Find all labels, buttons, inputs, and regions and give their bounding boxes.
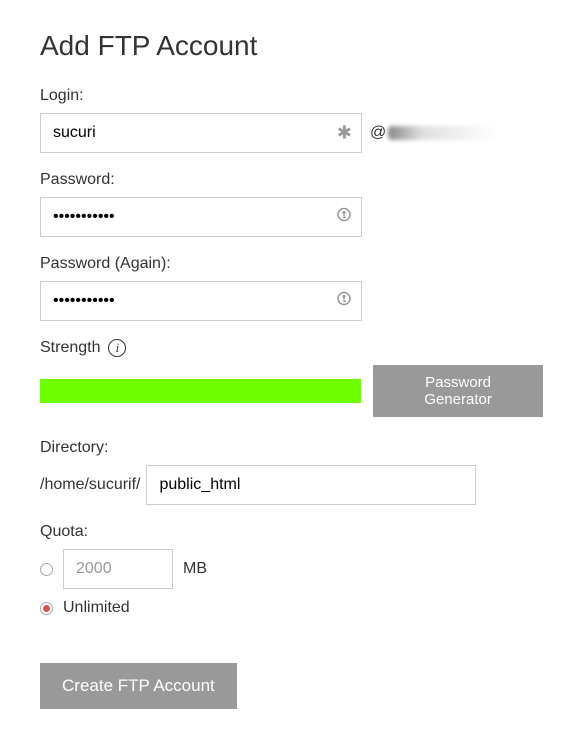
quota-label: Quota: <box>40 523 543 541</box>
at-symbol: @ <box>370 124 386 142</box>
quota-field: Quota: MB Unlimited <box>40 523 543 617</box>
radio-dot-icon <box>43 605 50 612</box>
strength-label: Strength <box>40 339 100 357</box>
quota-size-input[interactable] <box>63 549 173 589</box>
quota-unit-label: MB <box>183 560 207 578</box>
info-icon[interactable]: i <box>108 339 126 357</box>
strength-bar-row: Password Generator <box>40 365 543 417</box>
login-input[interactable] <box>40 113 362 153</box>
domain-text-blurred <box>388 126 498 140</box>
quota-size-radio[interactable] <box>40 563 53 576</box>
directory-input[interactable] <box>146 465 476 505</box>
password-field: Password: <box>40 171 543 237</box>
login-label: Login: <box>40 87 543 105</box>
password-again-label: Password (Again): <box>40 255 543 273</box>
create-ftp-account-button[interactable]: Create FTP Account <box>40 663 237 709</box>
quota-unlimited-label: Unlimited <box>63 599 130 617</box>
directory-prefix: /home/sucurif/ <box>40 476 140 494</box>
strength-bar <box>40 379 361 403</box>
login-field: Login: ✱ @ <box>40 87 543 153</box>
password-input[interactable] <box>40 197 362 237</box>
directory-field: Directory: /home/sucurif/ <box>40 439 543 505</box>
quota-unlimited-radio[interactable] <box>40 602 53 615</box>
password-again-input[interactable] <box>40 281 362 321</box>
password-generator-button[interactable]: Password Generator <box>373 365 543 417</box>
page-title: Add FTP Account <box>40 30 543 62</box>
directory-label: Directory: <box>40 439 543 457</box>
password-label: Password: <box>40 171 543 189</box>
strength-label-row: Strength i <box>40 339 543 357</box>
password-again-field: Password (Again): <box>40 255 543 321</box>
